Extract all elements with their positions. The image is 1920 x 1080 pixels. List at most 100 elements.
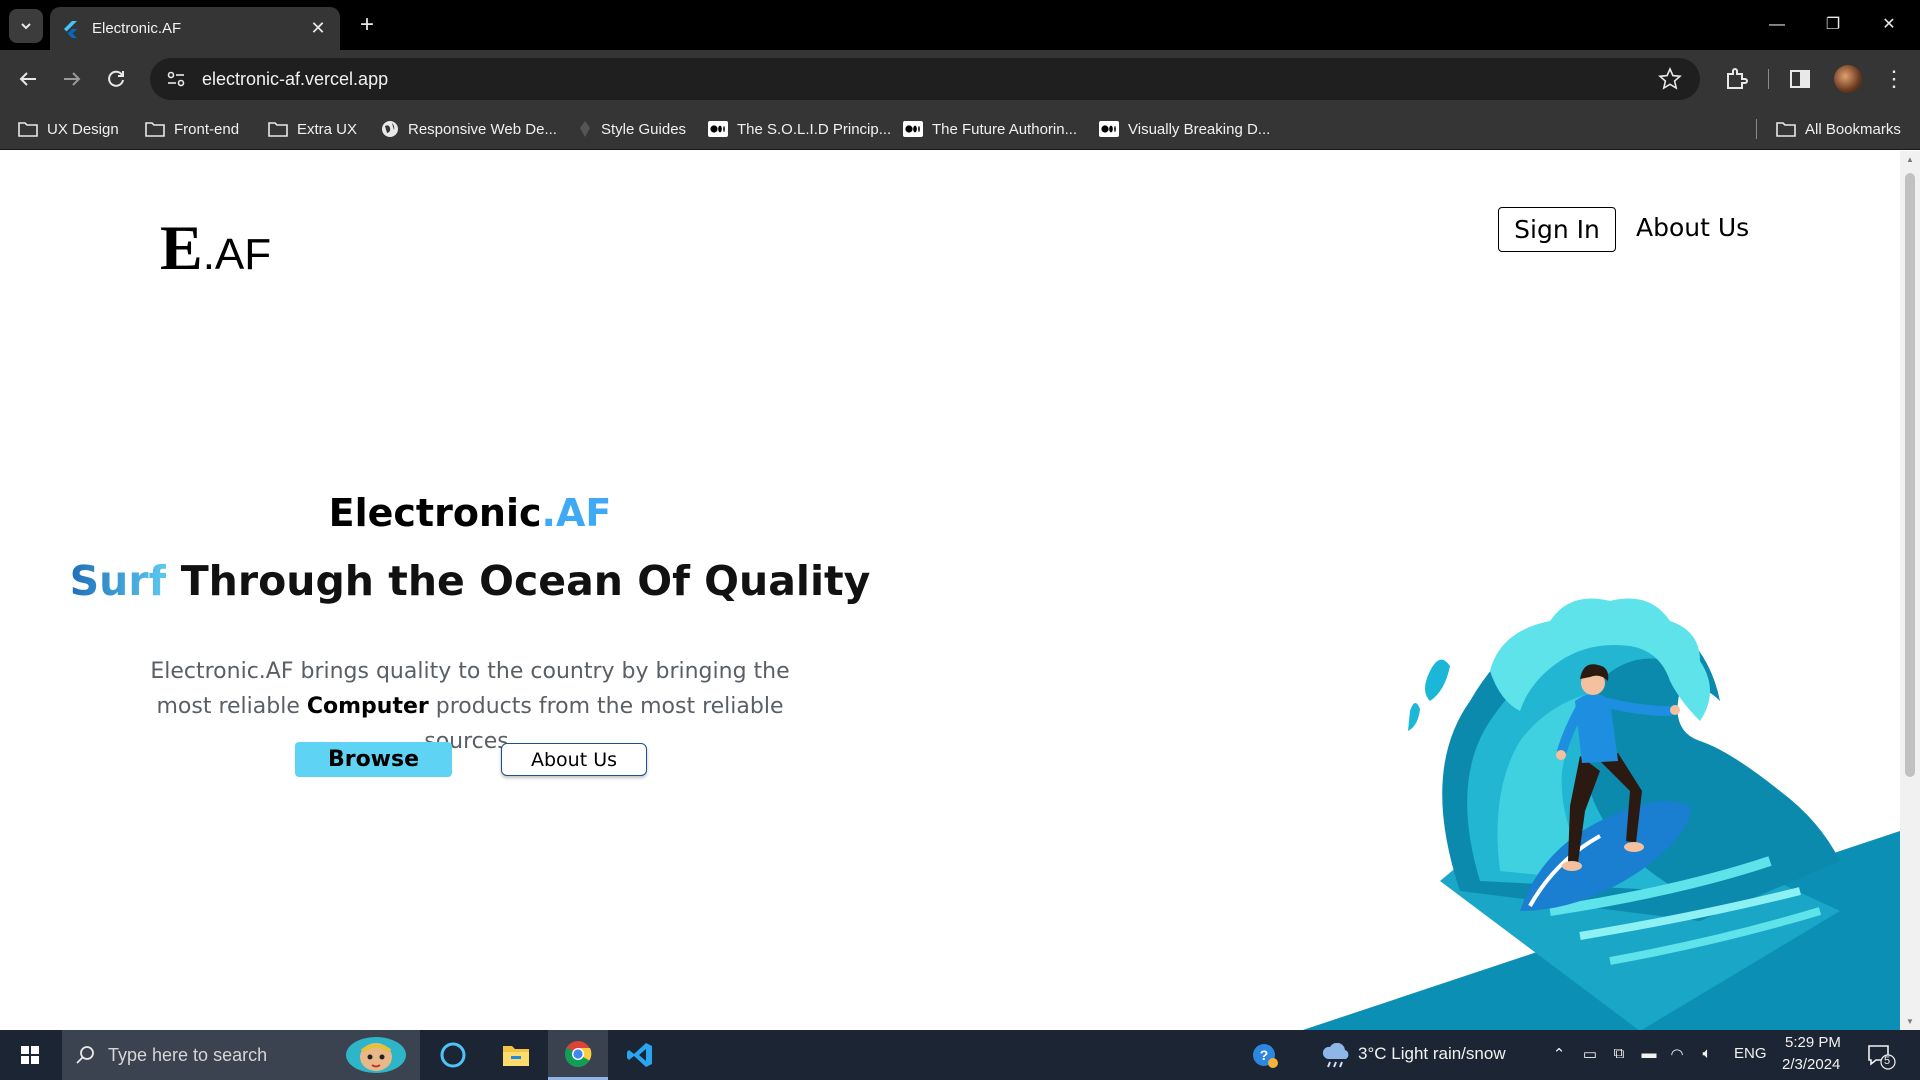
bookmark-star-icon[interactable] [1658,67,1682,91]
bookmark-visually-breaking[interactable]: Visually Breaking D... [1099,108,1270,150]
wifi-icon[interactable]: ◠ [1667,1045,1687,1065]
bookmark-solid-principles[interactable]: The S.O.L.I.D Princip... [708,108,891,150]
url-text: electronic-af.vercel.app [202,68,389,89]
bookmark-extra-ux[interactable]: Extra UX [268,108,357,150]
bookmark-label: The S.O.L.I.D Princip... [737,120,892,138]
page-scrollbar[interactable]: ▲ ▼ [1900,151,1920,1030]
site-logo[interactable]: E .AF [160,211,271,283]
tagline-accent: Surf [69,557,167,605]
hero-brand-title: Electronic.AF [0,491,940,535]
weather-text[interactable]: 3°C Light rain/snow [1358,1044,1506,1064]
side-panel-icon[interactable] [1786,65,1814,93]
tab-close-icon[interactable]: ✕ [308,18,328,39]
bookmark-label: All Bookmarks [1805,120,1901,138]
globe-icon [382,121,398,137]
clock-time[interactable]: 5:29 PM [1785,1034,1841,1051]
windows-start-icon[interactable] [8,1038,52,1072]
notifications-icon[interactable] [1866,1042,1896,1070]
logo-suffix: .AF [202,230,272,279]
clock-date[interactable]: 2/3/2024 [1782,1056,1840,1073]
folder-icon [18,122,38,137]
folder-icon [145,122,165,137]
folder-icon [268,122,288,137]
help-icon[interactable]: ? [1251,1042,1279,1070]
tray-chevron-up-icon[interactable]: ⌃ [1549,1045,1569,1065]
bookmark-label: The Future Authorin... [932,120,1078,138]
taskbar-search-box[interactable]: Type here to search [62,1030,420,1080]
restore-icon[interactable]: ❐ [1810,10,1856,40]
bookmark-label: Extra UX [297,120,358,138]
language-indicator[interactable]: ENG [1734,1045,1767,1062]
tab-search-dropdown-icon[interactable] [9,9,43,43]
bookmark-front-end[interactable]: Front-end [145,108,239,150]
tab-electronic-af[interactable]: Electronic.AF ✕ [50,7,340,50]
scroll-thumb[interactable] [1905,173,1915,777]
bookmark-all-bookmarks[interactable]: All Bookmarks [1776,108,1901,150]
bookmark-responsive-web[interactable]: Responsive Web De... [381,108,557,150]
volume-icon[interactable]: 🔈︎ [1697,1045,1717,1065]
bookmark-label: Style Guides [601,120,687,138]
splash-drop [1408,702,1420,731]
web-page: E .AF Sign In About Us Electronic.AF Sur… [0,151,1900,1030]
hero-brand-main: Electronic [328,491,542,535]
logo-letter: E [160,212,203,283]
medium-icon [903,121,923,137]
weather-cloud-icon[interactable] [1320,1043,1352,1069]
address-bar[interactable]: electronic-af.vercel.app [150,58,1700,100]
tray-remote-icon[interactable]: ⧉ [1609,1045,1629,1065]
back-icon[interactable] [12,63,44,95]
search-highlight-mask-icon [346,1037,406,1073]
search-placeholder: Type here to search [108,1044,268,1065]
surfer-foot [1562,861,1582,871]
menu-dots-icon[interactable]: ⋮ [1880,65,1908,93]
extensions-icon[interactable] [1722,65,1750,93]
file-explorer-icon[interactable] [486,1030,546,1080]
windows-taskbar: Type here to search ? 3°C Light rain/sno… [0,1030,1920,1080]
surfer-foot [1624,842,1644,852]
search-icon [76,1046,94,1064]
surfer-hand [1556,750,1566,760]
browser-tab-bar: Electronic.AF ✕ + — ❐ ✕ [0,0,1920,50]
minimize-icon[interactable]: — [1754,10,1800,40]
bookmarks-divider [1756,119,1757,139]
svg-text:?: ? [1260,1047,1269,1063]
bookmark-label: UX Design [47,120,119,138]
vscode-icon[interactable] [610,1030,670,1080]
hero-about-us-button[interactable]: About Us [501,743,647,776]
pen-nib-icon [580,121,590,137]
hero-brand-accent: .AF [541,491,612,535]
toolbar-divider [1768,69,1769,89]
medium-icon [1099,121,1119,137]
forward-icon[interactable] [56,63,88,95]
scroll-down-icon[interactable]: ▼ [1905,1017,1915,1026]
site-info-icon[interactable] [164,67,188,91]
tagline-rest: Through the Ocean Of Quality [166,557,871,605]
bookmark-label: Front-end [174,120,240,138]
bookmark-label: Visually Breaking D... [1128,120,1271,138]
browser-toolbar: electronic-af.vercel.app ⋮ [0,50,1920,108]
flutter-favicon-icon [64,20,77,38]
bookmark-future-authoring[interactable]: The Future Authorin... [903,108,1077,150]
bookmarks-bar: UX Design Front-end Extra UX Responsive … [0,108,1920,150]
hero-description: Electronic.AF brings quality to the coun… [150,654,790,759]
bookmark-style-guides[interactable]: Style Guides [578,108,686,150]
chrome-icon[interactable] [548,1030,608,1080]
folder-icon [1776,122,1796,137]
splash-drop [1425,659,1450,701]
hero-tagline: Surf Through the Ocean Of Quality [0,557,940,605]
medium-icon [708,121,728,137]
tab-title: Electronic.AF [92,20,182,37]
new-tab-icon[interactable]: + [352,10,382,40]
battery-icon[interactable]: ▬ [1639,1045,1659,1065]
profile-avatar[interactable] [1834,65,1862,93]
nav-about-us-link[interactable]: About Us [1636,213,1749,242]
bookmark-ux-design[interactable]: UX Design [18,108,119,150]
scroll-up-icon[interactable]: ▲ [1905,155,1915,164]
window-close-icon[interactable]: ✕ [1866,10,1912,40]
sign-in-button[interactable]: Sign In [1498,207,1616,252]
surfer-wave-illustration [1303,598,1900,1030]
tray-device-icon[interactable]: ▭ [1580,1045,1600,1065]
cortana-icon[interactable] [423,1030,483,1080]
reload-icon[interactable] [100,63,132,95]
browse-button[interactable]: Browse [295,742,452,777]
